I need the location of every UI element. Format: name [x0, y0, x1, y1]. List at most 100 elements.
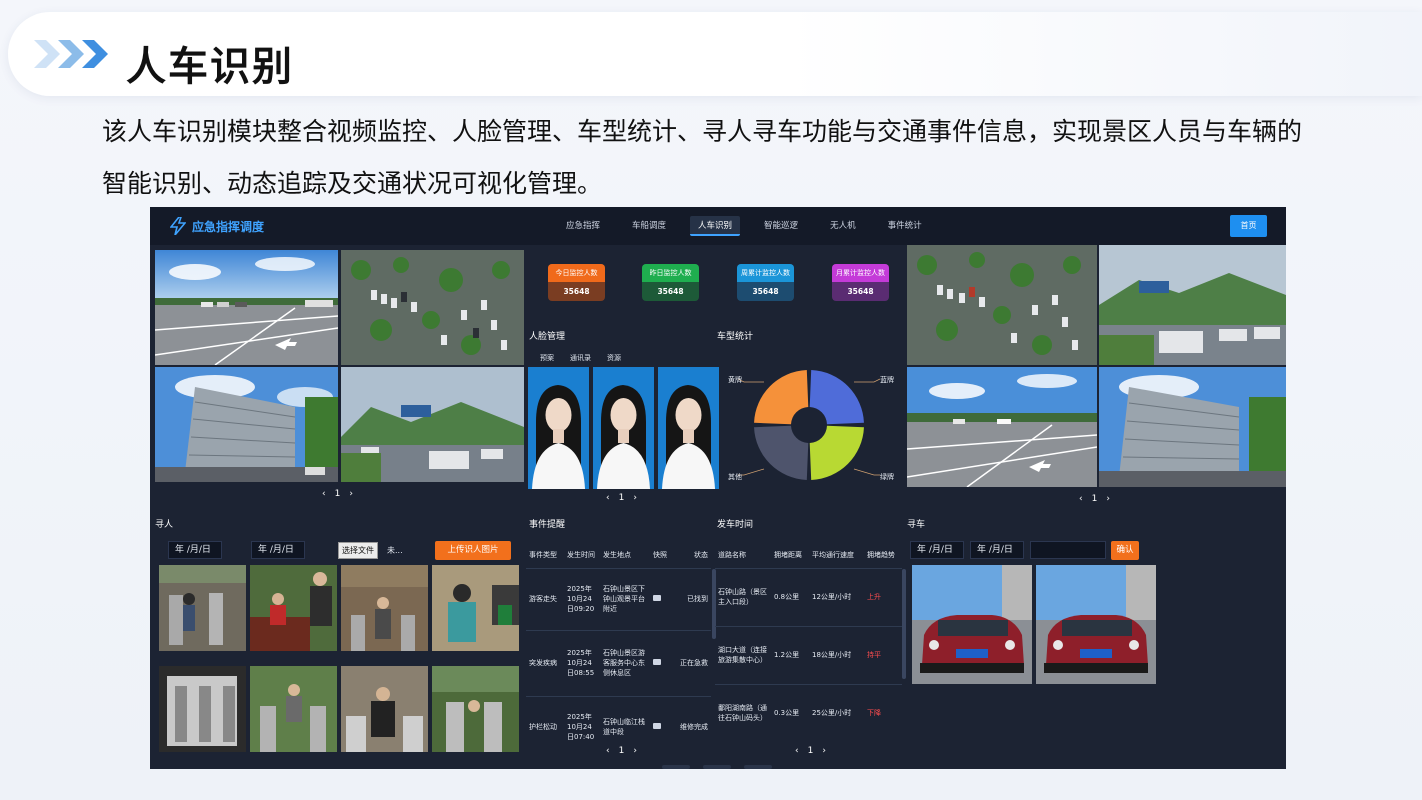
- video-pager-right: ‹ 1 ›: [1079, 493, 1110, 505]
- home-button[interactable]: 首页: [1230, 215, 1267, 237]
- person-snapshot-4[interactable]: [432, 565, 519, 651]
- nav-item-emergency[interactable]: 应急指挥: [558, 216, 608, 236]
- table-row[interactable]: 鄱阳湖南路（通往石钟山码头） 0.3公里 25公里/小时 下降: [715, 683, 902, 742]
- page-number: 1: [618, 493, 625, 503]
- camera-tile-scenic-parking[interactable]: [341, 367, 524, 482]
- vehicle-stats-title: 车型统计: [717, 332, 754, 342]
- tab-plan[interactable]: 预案: [538, 352, 556, 364]
- person-snapshot-1[interactable]: [159, 565, 246, 651]
- dashboard-screenshot: 应急指挥调度 应急指挥 车船调度 人车识别 智能巡逻 无人机 事件统计 首页 ‹…: [150, 207, 1286, 769]
- page-number: 1: [334, 489, 341, 499]
- departures-scrollbar[interactable]: [902, 569, 906, 679]
- next-page-button[interactable]: ›: [349, 489, 353, 499]
- nav-item-event-stats[interactable]: 事件统计: [880, 216, 930, 236]
- bottom-indicator-2: [703, 765, 731, 769]
- departures-title: 发车时间: [717, 520, 754, 530]
- find-car-confirm-button[interactable]: 确认: [1111, 541, 1139, 560]
- nav-item-vehicle-dispatch[interactable]: 车船调度: [624, 216, 674, 236]
- table-row[interactable]: 湖口大道（连接旅游集散中心） 1.2公里 18公里/小时 持平: [715, 625, 902, 684]
- prev-page-button[interactable]: ‹: [1079, 494, 1083, 504]
- table-row[interactable]: 游客走失 2025年10月24日09:20 石钟山景区下钟山观景平台附近 已找到: [526, 567, 711, 630]
- nav-item-patrol[interactable]: 智能巡逻: [756, 216, 806, 236]
- person-snapshot-8[interactable]: [432, 666, 519, 752]
- camera-tile-parking-lot[interactable]: [155, 250, 338, 365]
- stat-today: 今日监控人数 35648: [548, 264, 605, 301]
- person-snapshot-6[interactable]: [250, 666, 337, 752]
- donut-label-yellow: 黄牌: [728, 375, 742, 384]
- events-header-row: 事件类型 发生时间 发生地点 快照 状态: [529, 550, 708, 559]
- prev-page-button[interactable]: ‹: [606, 493, 610, 503]
- camera-tile-scenic-right[interactable]: [1099, 245, 1286, 365]
- next-page-button[interactable]: ›: [633, 493, 637, 503]
- stat-month: 月累计监控人数 35648: [832, 264, 889, 301]
- camera-tile-parking-lot-right[interactable]: [907, 367, 1097, 487]
- upload-person-image-button[interactable]: 上传识人图片: [435, 541, 511, 560]
- nav-item-drone[interactable]: 无人机: [822, 216, 864, 236]
- donut-slice-黄牌[interactable]: [754, 370, 809, 425]
- car-snapshot-1[interactable]: [912, 565, 1032, 684]
- find-car-end-date[interactable]: 年 /月/日: [970, 541, 1024, 559]
- table-row[interactable]: 突发疾病 2025年10月24日08:55 石钟山景区游客服务中心东侧休息区 正…: [526, 629, 711, 696]
- file-status: 未...: [387, 546, 403, 555]
- camera-tile-aerial-parking[interactable]: [341, 250, 524, 365]
- snapshot-icon[interactable]: [653, 723, 661, 730]
- vehicle-type-donut-chart: 黄牌 蓝牌 绿牌 其他: [728, 370, 894, 481]
- brand: 应急指挥调度: [170, 217, 264, 235]
- prev-page-button[interactable]: ‹: [606, 746, 610, 756]
- face-photo-3[interactable]: [658, 367, 719, 489]
- find-car-title: 寻车: [907, 520, 926, 530]
- donut-slice-绿牌[interactable]: [809, 425, 864, 480]
- slide-title: 人车识别: [126, 44, 294, 90]
- next-page-button[interactable]: ›: [633, 746, 637, 756]
- main-nav: 应急指挥 车船调度 人车识别 智能巡逻 无人机 事件统计: [558, 216, 946, 236]
- prev-page-button[interactable]: ‹: [795, 746, 799, 756]
- donut-label-green: 绿牌: [880, 472, 894, 481]
- departures-header-row: 道路名称 拥堵距离 平均通行速度 拥堵趋势: [718, 550, 895, 559]
- stat-yesterday: 昨日监控人数 35648: [642, 264, 699, 301]
- donut-slice-其他[interactable]: [754, 425, 809, 480]
- departures-table: 道路名称 拥堵距离 平均通行速度 拥堵趋势 石钟山路（景区主入口段） 0.8公里…: [715, 542, 902, 742]
- choose-file-button[interactable]: 选择文件: [338, 542, 378, 559]
- find-car-start-date[interactable]: 年 /月/日: [910, 541, 964, 559]
- person-snapshot-5[interactable]: [159, 666, 246, 752]
- find-person-end-date[interactable]: 年 /月/日: [251, 541, 305, 559]
- slide-header: 人车识别: [8, 12, 1422, 96]
- person-snapshot-2[interactable]: [250, 565, 337, 651]
- nav-item-person-vehicle[interactable]: 人车识别: [690, 216, 741, 236]
- brand-name: 应急指挥调度: [192, 219, 265, 234]
- find-person-start-date[interactable]: 年 /月/日: [168, 541, 222, 559]
- donut-label-other: 其他: [728, 472, 742, 481]
- person-snapshot-7[interactable]: [341, 666, 428, 752]
- camera-tile-aerial-parking-right[interactable]: [907, 245, 1097, 365]
- face-photo-2[interactable]: [593, 367, 654, 489]
- events-table: 事件类型 发生时间 发生地点 快照 状态 游客走失 2025年10月24日09:…: [526, 542, 711, 758]
- table-row[interactable]: 石钟山路（景区主入口段） 0.8公里 12公里/小时 上升: [715, 567, 902, 626]
- tab-resources[interactable]: 资源: [605, 352, 623, 364]
- find-person-title: 寻人: [155, 520, 174, 530]
- tab-contacts[interactable]: 通讯录: [568, 352, 593, 364]
- next-page-button[interactable]: ›: [1106, 494, 1110, 504]
- top-nav-bar: 应急指挥调度 应急指挥 车船调度 人车识别 智能巡逻 无人机 事件统计 首页: [150, 207, 1286, 245]
- person-snapshot-3[interactable]: [341, 565, 428, 651]
- donut-label-blue: 蓝牌: [880, 375, 894, 384]
- snapshot-icon[interactable]: [653, 659, 661, 665]
- page-number: 1: [1091, 494, 1098, 504]
- face-pager: ‹ 1 ›: [606, 492, 637, 504]
- snapshot-icon[interactable]: [653, 595, 661, 601]
- events-title: 事件提醒: [529, 520, 566, 530]
- camera-tile-parking-tower[interactable]: [155, 367, 338, 482]
- page-number: 1: [807, 746, 814, 756]
- lightning-icon: [170, 217, 186, 235]
- prev-page-button[interactable]: ‹: [322, 489, 326, 499]
- departures-pager: ‹ 1 ›: [795, 745, 826, 757]
- next-page-button[interactable]: ›: [822, 746, 826, 756]
- donut-slice-蓝牌[interactable]: [809, 370, 864, 425]
- face-tabs: 预案 通讯录 资源: [538, 352, 623, 364]
- car-snapshot-2[interactable]: [1036, 565, 1156, 684]
- face-management-title: 人脸管理: [529, 332, 566, 342]
- video-pager-left: ‹ 1 ›: [322, 488, 353, 500]
- face-photo-1[interactable]: [528, 367, 589, 489]
- plate-search-input[interactable]: [1030, 541, 1106, 559]
- camera-tile-parking-tower-right[interactable]: [1099, 367, 1286, 487]
- chevrons-icon: [34, 40, 108, 68]
